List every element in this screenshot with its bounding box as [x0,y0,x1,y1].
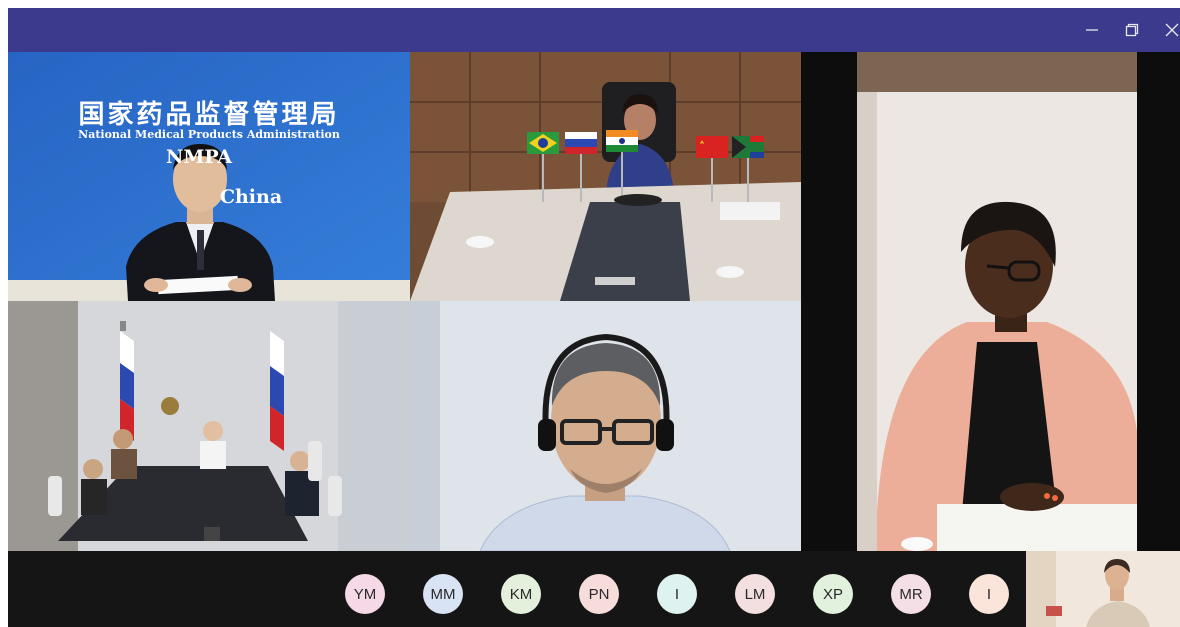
video-feed-russia [8,301,410,551]
self-view-thumbnail[interactable] [1026,551,1180,627]
participant-avatar[interactable]: KM [501,574,541,614]
participant-bar: YM MM KM PN I LM XP MR I [8,551,1180,627]
restore-button[interactable] [1118,18,1146,42]
participant-avatar[interactable]: LM [735,574,775,614]
participant-avatar[interactable]: I [657,574,697,614]
participant-initials: MM [430,585,456,603]
participant-initials: XP [822,585,843,603]
participant-avatar[interactable]: I [969,574,1009,614]
participant-avatar[interactable]: MR [891,574,931,614]
participant-initials: LM [744,585,766,603]
participant-initials: PN [588,585,610,603]
participant-avatar[interactable]: XP [813,574,853,614]
participant-initials: MR [899,585,923,603]
participant-avatar[interactable]: YM [345,574,385,614]
close-button[interactable] [1158,18,1180,42]
video-feed-india [410,52,801,301]
participant-initials: I [674,585,680,603]
minimize-button[interactable] [1078,18,1106,42]
video-tile-india[interactable] [410,52,801,301]
participant-initials: YM [353,585,377,603]
participant-avatar[interactable]: MM [423,574,463,614]
title-bar [8,8,1180,52]
participant-initials: KM [509,585,533,603]
minimize-icon [1085,23,1099,37]
video-tile-china[interactable]: 国家药品监督管理局 National Medical Products Admi… [8,52,410,301]
video-feed-china [8,52,410,301]
video-feed-south-africa [857,52,1137,551]
participant-avatar[interactable]: PN [579,574,619,614]
banner-title-english: National Medical Products Administration [78,128,340,141]
banner-abbreviation: NMPA [165,146,233,168]
participant-initials: I [986,585,992,603]
video-call-window: 国家药品监督管理局 National Medical Products Admi… [8,8,1180,627]
self-view-feed [1026,551,1180,627]
close-icon [1165,23,1179,37]
video-tile-south-africa[interactable] [857,52,1137,551]
video-feed-headset-participant [410,301,801,551]
restore-icon [1125,23,1139,37]
video-tile-russia[interactable] [8,301,410,551]
video-tile-headset-participant[interactable] [410,301,801,551]
banner-country: China [219,186,283,208]
banner-title-chinese: 国家药品监督管理局 [78,100,340,130]
